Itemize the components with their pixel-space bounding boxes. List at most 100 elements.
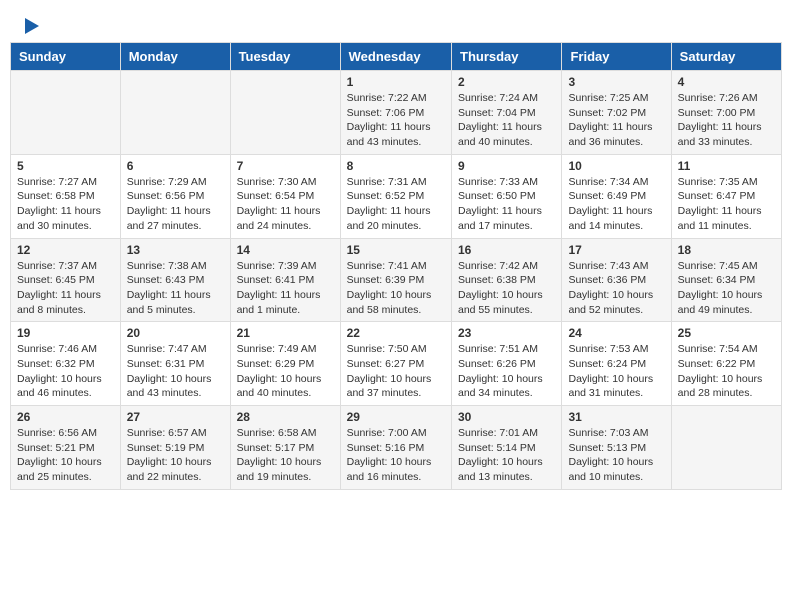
- day-info-line: Sunset: 6:24 PM: [568, 358, 646, 370]
- calendar-cell: 22Sunrise: 7:50 AMSunset: 6:27 PMDayligh…: [340, 322, 451, 406]
- day-info-line: Sunset: 6:43 PM: [127, 274, 205, 286]
- day-info: Sunrise: 6:57 AMSunset: 5:19 PMDaylight:…: [127, 426, 224, 485]
- day-info-line: Sunrise: 7:47 AM: [127, 343, 207, 355]
- weekday-header-friday: Friday: [562, 43, 671, 71]
- day-info: Sunrise: 7:22 AMSunset: 7:06 PMDaylight:…: [347, 91, 445, 150]
- calendar-cell: 28 Sunrise: 6:58 AMSunset: 5:17 PMDayligh…: [230, 406, 340, 490]
- day-info-line: Daylight: 11 hours and 8 minutes.: [17, 289, 101, 316]
- calendar-week-row: 19 Sunrise: 7:46 AMSunset: 6:32 PMDayligh…: [11, 322, 782, 406]
- calendar-cell: 24Sunrise: 7:53 AMSunset: 6:24 PMDayligh…: [562, 322, 671, 406]
- day-info-line: Sunrise: 7:26 AM: [678, 92, 758, 104]
- day-info: Sunrise: 7:53 AMSunset: 6:24 PMDaylight:…: [568, 342, 664, 401]
- day-info: Sunrise: 7:41 AMSunset: 6:39 PMDaylight:…: [347, 259, 445, 318]
- day-number: 14: [237, 243, 334, 257]
- day-info-line: Daylight: 11 hours and 33 minutes.: [678, 121, 762, 148]
- calendar-cell: 1Sunrise: 7:22 AMSunset: 7:06 PMDaylight…: [340, 71, 451, 155]
- day-info-line: Daylight: 10 hours and 46 minutes.: [17, 373, 102, 400]
- calendar-cell: 3Sunrise: 7:25 AMSunset: 7:02 PMDaylight…: [562, 71, 671, 155]
- day-info-line: Sunset: 5:14 PM: [458, 442, 536, 454]
- day-info-line: Daylight: 11 hours and 40 minutes.: [458, 121, 542, 148]
- day-info-line: Sunset: 6:50 PM: [458, 190, 536, 202]
- day-info-line: Daylight: 10 hours and 52 minutes.: [568, 289, 653, 316]
- day-info: Sunrise: 7:37 AMSunset: 6:45 PMDaylight:…: [17, 259, 114, 318]
- day-info-line: Sunset: 6:31 PM: [127, 358, 205, 370]
- day-info: Sunrise: 7:47 AMSunset: 6:31 PMDaylight:…: [127, 342, 224, 401]
- day-info-line: Sunrise: 7:45 AM: [678, 260, 758, 272]
- day-info-line: Sunset: 6:38 PM: [458, 274, 536, 286]
- calendar-table: SundayMondayTuesdayWednesdayThursdayFrid…: [10, 42, 782, 490]
- day-info: Sunrise: 7:51 AMSunset: 6:26 PMDaylight:…: [458, 342, 555, 401]
- calendar-cell: 16 Sunrise: 7:42 AMSunset: 6:38 PMDayligh…: [452, 238, 562, 322]
- day-info-line: Sunrise: 7:00 AM: [347, 427, 427, 439]
- day-number: 7: [237, 159, 334, 173]
- day-info-line: Sunset: 6:56 PM: [127, 190, 205, 202]
- day-info-line: Daylight: 10 hours and 37 minutes.: [347, 373, 432, 400]
- day-info-line: Sunrise: 7:35 AM: [678, 176, 758, 188]
- day-info: Sunrise: 6:58 AMSunset: 5:17 PMDaylight:…: [237, 426, 334, 485]
- day-info: Sunrise: 7:38 AMSunset: 6:43 PMDaylight:…: [127, 259, 224, 318]
- day-info-line: Sunset: 7:04 PM: [458, 107, 536, 119]
- calendar-cell: 25Sunrise: 7:54 AMSunset: 6:22 PMDayligh…: [671, 322, 781, 406]
- day-info-line: Daylight: 11 hours and 11 minutes.: [678, 205, 762, 232]
- calendar-week-row: 12Sunrise: 7:37 AMSunset: 6:45 PMDayligh…: [11, 238, 782, 322]
- day-number: 16: [458, 243, 555, 257]
- calendar-cell: 6Sunrise: 7:29 AMSunset: 6:56 PMDaylight…: [120, 154, 230, 238]
- day-info-line: Sunset: 6:34 PM: [678, 274, 756, 286]
- day-number: 23: [458, 326, 555, 340]
- day-info-line: Daylight: 10 hours and 28 minutes.: [678, 373, 763, 400]
- day-info-line: Sunset: 7:06 PM: [347, 107, 425, 119]
- calendar-week-row: 1Sunrise: 7:22 AMSunset: 7:06 PMDaylight…: [11, 71, 782, 155]
- weekday-header-wednesday: Wednesday: [340, 43, 451, 71]
- day-info-line: Sunrise: 6:58 AM: [237, 427, 317, 439]
- day-info-line: Sunset: 7:02 PM: [568, 107, 646, 119]
- day-number: 29: [347, 410, 445, 424]
- day-info-line: Sunset: 6:39 PM: [347, 274, 425, 286]
- day-info-line: Sunset: 5:13 PM: [568, 442, 646, 454]
- day-info-line: Daylight: 10 hours and 55 minutes.: [458, 289, 543, 316]
- day-info: Sunrise: 7:26 AMSunset: 7:00 PMDaylight:…: [678, 91, 775, 150]
- day-number: 11: [678, 159, 775, 173]
- day-number: 19: [17, 326, 114, 340]
- day-info-line: Sunset: 6:58 PM: [17, 190, 95, 202]
- calendar-cell: 19 Sunrise: 7:46 AMSunset: 6:32 PMDayligh…: [11, 322, 121, 406]
- day-info-line: Sunrise: 7:25 AM: [568, 92, 648, 104]
- calendar-cell: [230, 71, 340, 155]
- day-info-line: Sunrise: 6:56 AM: [17, 427, 97, 439]
- day-info: Sunrise: 7:46 AMSunset: 6:32 PMDaylight:…: [17, 342, 114, 401]
- day-number: 13: [127, 243, 224, 257]
- day-info-line: Sunrise: 7:39 AM: [237, 260, 317, 272]
- weekday-header-monday: Monday: [120, 43, 230, 71]
- day-number: 2: [458, 75, 555, 89]
- day-info-line: Daylight: 10 hours and 49 minutes.: [678, 289, 763, 316]
- day-info: Sunrise: 7:35 AMSunset: 6:47 PMDaylight:…: [678, 175, 775, 234]
- calendar-cell: 26Sunrise: 6:56 AMSunset: 5:21 PMDayligh…: [11, 406, 121, 490]
- calendar-cell: 29Sunrise: 7:00 AMSunset: 5:16 PMDayligh…: [340, 406, 451, 490]
- calendar-cell: 8Sunrise: 7:31 AMSunset: 6:52 PMDaylight…: [340, 154, 451, 238]
- page-header: [10, 10, 782, 38]
- calendar-cell: 18Sunrise: 7:45 AMSunset: 6:34 PMDayligh…: [671, 238, 781, 322]
- calendar-cell: 17Sunrise: 7:43 AMSunset: 6:36 PMDayligh…: [562, 238, 671, 322]
- calendar-header-row: SundayMondayTuesdayWednesdayThursdayFrid…: [11, 43, 782, 71]
- day-number: 22: [347, 326, 445, 340]
- day-info-line: Sunrise: 7:53 AM: [568, 343, 648, 355]
- day-info: Sunrise: 7:00 AMSunset: 5:16 PMDaylight:…: [347, 426, 445, 485]
- day-info: Sunrise: 7:54 AMSunset: 6:22 PMDaylight:…: [678, 342, 775, 401]
- day-info-line: Daylight: 10 hours and 25 minutes.: [17, 456, 102, 483]
- calendar-cell: 11 Sunrise: 7:35 AMSunset: 6:47 PMDayligh…: [671, 154, 781, 238]
- calendar-cell: 12Sunrise: 7:37 AMSunset: 6:45 PMDayligh…: [11, 238, 121, 322]
- day-info: Sunrise: 7:43 AMSunset: 6:36 PMDaylight:…: [568, 259, 664, 318]
- day-number: 4: [678, 75, 775, 89]
- calendar-cell: 13 Sunrise: 7:38 AMSunset: 6:43 PMDayligh…: [120, 238, 230, 322]
- day-info-line: Sunset: 6:54 PM: [237, 190, 315, 202]
- day-info-line: Daylight: 11 hours and 20 minutes.: [347, 205, 431, 232]
- day-info-line: Sunset: 5:16 PM: [347, 442, 425, 454]
- day-number: 28: [237, 410, 334, 424]
- day-info: Sunrise: 7:33 AMSunset: 6:50 PMDaylight:…: [458, 175, 555, 234]
- day-info-line: Sunrise: 7:03 AM: [568, 427, 648, 439]
- day-info-line: Sunrise: 7:49 AM: [237, 343, 317, 355]
- day-info-line: Sunrise: 7:43 AM: [568, 260, 648, 272]
- day-info-line: Sunset: 6:26 PM: [458, 358, 536, 370]
- calendar-cell: 31Sunrise: 7:03 AMSunset: 5:13 PMDayligh…: [562, 406, 671, 490]
- day-info: Sunrise: 7:42 AMSunset: 6:38 PMDaylight:…: [458, 259, 555, 318]
- day-info: Sunrise: 7:27 AMSunset: 6:58 PMDaylight:…: [17, 175, 114, 234]
